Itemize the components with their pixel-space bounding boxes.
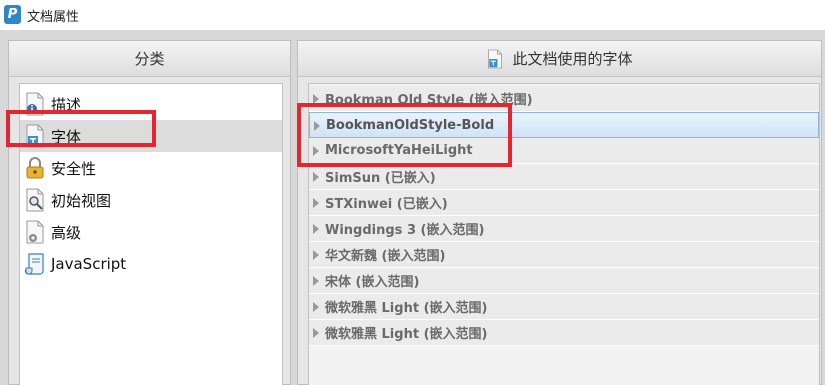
font-name: STXinwei (已嵌入) (325, 197, 448, 212)
fonts-header-label: 此文档使用的字体 (512, 50, 633, 68)
font-name: 宋体 (嵌入范围) (325, 275, 420, 290)
expand-arrow-icon[interactable] (313, 250, 319, 260)
magnifier-document-icon (26, 188, 44, 212)
category-item-label: 高级 (51, 223, 82, 242)
highlight-box-fonts-category (6, 110, 156, 147)
category-header-label: 分类 (134, 50, 165, 68)
category-item-label: 安全性 (51, 159, 97, 178)
font-name: Wingdings 3 (嵌入范围) (325, 223, 485, 238)
expand-arrow-icon[interactable] (313, 172, 319, 182)
font-row[interactable]: Wingdings 3 (嵌入范围) (309, 216, 819, 242)
font-row[interactable]: 微软雅黑 Light (嵌入范围) (309, 320, 819, 346)
font-name: 微软雅黑 Light (嵌入范围) (325, 301, 488, 316)
app-logo-icon: P (4, 5, 21, 24)
font-row[interactable]: 宋体 (嵌入范围) (309, 268, 819, 294)
expand-arrow-icon[interactable] (313, 198, 319, 208)
highlight-box-font-rows (297, 103, 512, 167)
script-scroll-icon (24, 253, 44, 275)
expand-arrow-icon[interactable] (313, 302, 319, 312)
expand-arrow-icon[interactable] (313, 224, 319, 234)
expand-arrow-icon[interactable] (313, 276, 319, 286)
font-row[interactable]: STXinwei (已嵌入) (309, 190, 819, 216)
font-row[interactable]: SimSun (已嵌入) (309, 164, 819, 190)
app-logo-letter: P (7, 7, 18, 22)
document-properties-dialog: 分类 描述 字体 安全性 初始视图 高级 JavaScript 此文档使用的字体… (0, 30, 825, 385)
font-row[interactable]: 微软雅黑 Light (嵌入范围) (309, 294, 819, 320)
font-name: 微软雅黑 Light (嵌入范围) (325, 327, 488, 342)
category-item-javascript[interactable]: JavaScript (20, 248, 282, 280)
title-bar: P 文档属性 (0, 0, 825, 30)
font-document-icon (488, 49, 503, 68)
category-item-security[interactable]: 安全性 (20, 152, 282, 184)
lock-icon (26, 157, 44, 179)
category-item-initial-view[interactable]: 初始视图 (20, 184, 282, 216)
font-row[interactable]: 华文新魏 (嵌入范围) (309, 242, 819, 268)
fonts-panel: 此文档使用的字体 Bookman Old Style (嵌入范围) Bookma… (297, 40, 822, 385)
font-name: SimSun (已嵌入) (325, 171, 436, 186)
category-panel: 分类 描述 字体 安全性 初始视图 高级 JavaScript (8, 40, 291, 385)
category-item-label: 初始视图 (51, 191, 112, 210)
gear-document-icon (26, 220, 44, 244)
font-name: 华文新魏 (嵌入范围) (325, 249, 446, 264)
category-item-label: JavaScript (51, 255, 127, 273)
category-header: 分类 (9, 41, 290, 77)
fonts-header: 此文档使用的字体 (298, 41, 821, 77)
window-title: 文档属性 (27, 10, 80, 25)
category-item-advanced[interactable]: 高级 (20, 216, 282, 248)
expand-arrow-icon[interactable] (313, 328, 319, 338)
